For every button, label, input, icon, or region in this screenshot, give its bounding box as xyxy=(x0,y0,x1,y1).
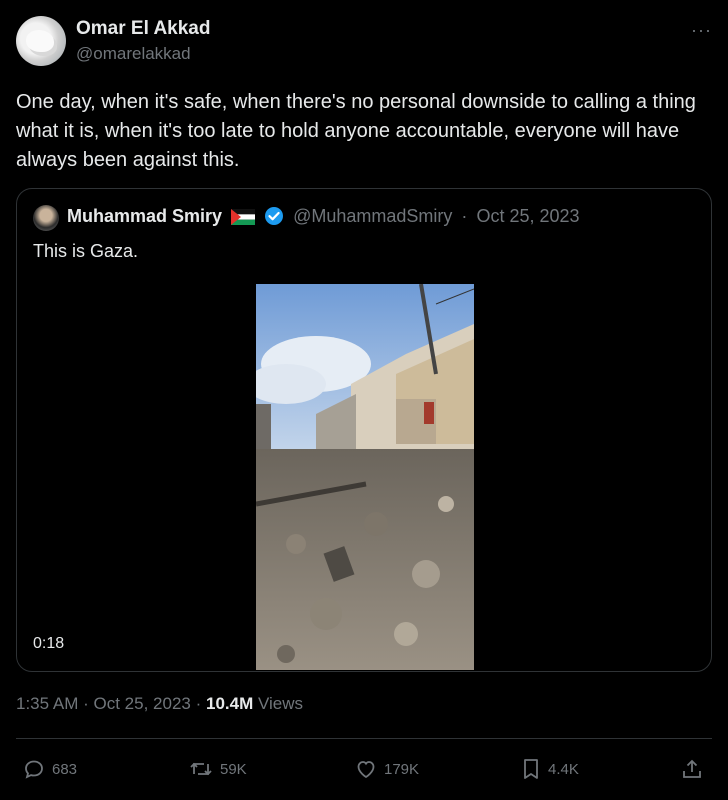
author-handle[interactable]: @omarelakkad xyxy=(76,44,191,64)
palestine-flag-icon xyxy=(231,209,256,225)
tweet-text: One day, when it's safe, when there's no… xyxy=(16,91,696,171)
views-label: Views xyxy=(257,694,304,713)
verified-badge-icon xyxy=(264,206,284,231)
dot-separator: · xyxy=(195,694,202,713)
divider xyxy=(16,738,712,739)
quoted-tweet[interactable]: Muhammad Smiry @MuhammadSmiry · Oct 25, … xyxy=(16,188,712,672)
reply-button[interactable]: 683 xyxy=(22,754,77,784)
tweet-timestamp: 1:35 AM · Oct 25, 2023 · 10.4M Views xyxy=(16,694,303,714)
quoted-author-handle[interactable]: @MuhammadSmiry xyxy=(293,206,452,226)
like-count: 179K xyxy=(384,760,420,778)
dot-separator: · xyxy=(461,206,468,226)
repost-count: 59K xyxy=(220,760,247,778)
tweet-header: Omar El Akkad @omarelakkad ··· xyxy=(16,16,712,72)
video-duration: 0:18 xyxy=(33,635,65,652)
tweet-date[interactable]: Oct 25, 2023 xyxy=(94,694,191,713)
author-name[interactable]: Omar El Akkad xyxy=(76,18,210,40)
action-bar: 683 59K 179K 4.4K xyxy=(16,754,712,784)
quoted-author-name[interactable]: Muhammad Smiry xyxy=(67,206,222,226)
dot-separator: · xyxy=(83,694,89,713)
more-horizontal-icon[interactable]: ··· xyxy=(691,20,712,41)
video-thumbnail[interactable] xyxy=(256,284,474,670)
bookmark-button[interactable]: 4.4K xyxy=(520,754,579,784)
share-icon xyxy=(683,759,701,778)
bookmark-count: 4.4K xyxy=(548,760,579,778)
quoted-tweet-text: This is Gaza. xyxy=(33,241,139,261)
tweet-time[interactable]: 1:35 AM xyxy=(16,694,78,713)
bookmark-icon xyxy=(524,759,538,779)
repost-icon xyxy=(190,762,212,776)
author-avatar[interactable] xyxy=(16,16,66,66)
reply-count: 683 xyxy=(52,760,78,778)
like-button[interactable]: 179K xyxy=(354,754,419,784)
views-count[interactable]: 10.4M xyxy=(206,694,253,713)
quoted-tweet-header: Muhammad Smiry @MuhammadSmiry · Oct 25, … xyxy=(67,206,580,231)
repost-button[interactable]: 59K xyxy=(188,754,247,784)
share-button[interactable] xyxy=(680,754,710,784)
heart-icon xyxy=(357,761,375,779)
quoted-date[interactable]: Oct 25, 2023 xyxy=(476,206,579,226)
quoted-author-avatar[interactable] xyxy=(33,205,59,231)
reply-icon xyxy=(25,760,43,779)
